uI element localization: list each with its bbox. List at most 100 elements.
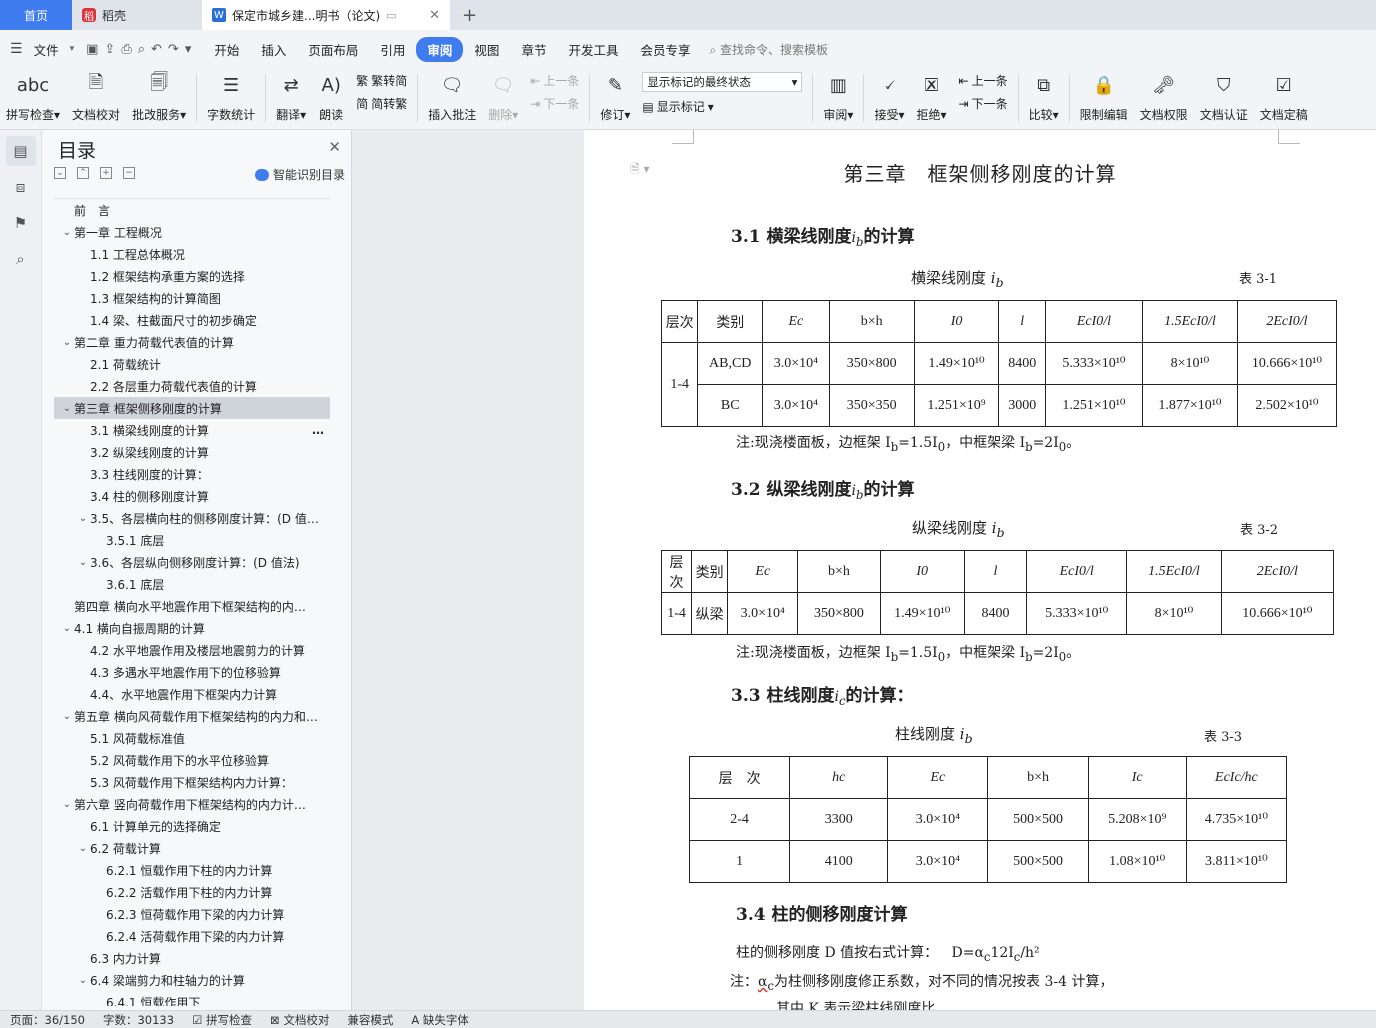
- toc-item[interactable]: 第四章 横向水平地震作用下框架结构的内…: [54, 595, 330, 617]
- insert-comment-button[interactable]: 🗨 插入批注: [422, 68, 482, 123]
- toc-item[interactable]: 1.4 梁、柱截面尺寸的初步确定: [54, 309, 330, 331]
- next-change-button[interactable]: ⇥ 下一条: [959, 95, 1008, 112]
- chevron-down-icon[interactable]: ⌄: [60, 711, 74, 722]
- chevron-down-icon[interactable]: ⌄: [76, 975, 90, 986]
- review-pane-button[interactable]: ▥ 审阅▾: [817, 68, 859, 123]
- simp-to-trad-button[interactable]: 简简转繁: [356, 95, 407, 112]
- prev-comment-button[interactable]: ⇤ 上一条: [530, 72, 579, 89]
- chevron-down-icon[interactable]: ⌄: [76, 843, 90, 854]
- toc-panel-icon[interactable]: ▤: [5, 136, 36, 166]
- smart-toc-button[interactable]: 智能识别目录: [254, 166, 345, 183]
- toc-item[interactable]: ⌄ 第六章 竖向荷载作用下框架结构的内力计…: [54, 793, 330, 815]
- chapter-nav-icon[interactable]: ⧈: [6, 172, 36, 202]
- doc-proof-button[interactable]: 🗎 文档校对: [66, 68, 126, 123]
- toc-item[interactable]: 1.3 框架结构的计算简图: [54, 287, 330, 309]
- toc-item[interactable]: ⌄ 6.2 荷载计算: [54, 837, 330, 859]
- toc-item[interactable]: 6.3 内力计算: [54, 947, 330, 969]
- trad-to-simp-button[interactable]: 繁繁转简: [356, 72, 407, 89]
- toc-item[interactable]: ⌄ 第一章 工程概况: [54, 221, 330, 243]
- chevron-down-icon[interactable]: ⌄: [76, 557, 90, 568]
- prev-change-button[interactable]: ⇤ 上一条: [959, 72, 1008, 89]
- toc-item[interactable]: ⌄ 3.6、各层纵向侧移刚度计算：(D 值法): [54, 551, 330, 573]
- redo-icon[interactable]: ↷: [168, 42, 179, 57]
- toc-item[interactable]: 6.2.3 恒荷载作用下梁的内力计算: [54, 903, 330, 925]
- chevron-down-icon[interactable]: ⌄: [76, 513, 90, 524]
- menu-file[interactable]: 文件: [23, 37, 70, 62]
- next-comment-button[interactable]: ⇥ 下一条: [530, 95, 579, 112]
- menu-references[interactable]: 引用: [369, 37, 416, 62]
- toc-item[interactable]: ⌄ 第二章 重力荷载代表值的计算: [54, 331, 330, 353]
- chevron-down-icon[interactable]: ⌄: [60, 337, 74, 348]
- tab-daoke[interactable]: 稻稻壳: [72, 0, 202, 30]
- toc-item[interactable]: 5.3 风荷载作用下框架结构内力计算：: [54, 771, 330, 793]
- track-changes-button[interactable]: ✎ 修订▾: [594, 68, 636, 123]
- toc-item[interactable]: 1.2 框架结构承重方案的选择: [54, 265, 330, 287]
- toc-item[interactable]: 6.4.1 恒载作用下: [54, 991, 330, 1007]
- command-search[interactable]: ⌕ 查找命令、搜索模板: [709, 41, 828, 58]
- markup-mode-select[interactable]: 显示标记的最终状态 ▾: [642, 72, 803, 92]
- toc-item[interactable]: 3.4 柱的侧移刚度计算: [54, 485, 330, 507]
- spell-check-button[interactable]: abc 拼写检查▾: [0, 68, 66, 123]
- missing-font-button[interactable]: A 缺失字体: [411, 1012, 469, 1028]
- menu-member[interactable]: 会员专享: [629, 37, 701, 62]
- page-indicator[interactable]: 页面：36/150: [10, 1012, 85, 1028]
- toc-item[interactable]: 2.2 各层重力荷载代表值的计算: [54, 375, 330, 397]
- toc-item[interactable]: 6.2.2 活载作用下柱的内力计算: [54, 881, 330, 903]
- toc-item[interactable]: 5.2 风荷载作用下的水平位移验算: [54, 749, 330, 771]
- search-icon[interactable]: ⌕: [6, 244, 36, 274]
- word-count-button[interactable]: ☰ 字数统计: [201, 68, 261, 123]
- toc-item[interactable]: 6.2.1 恒载作用下柱的内力计算: [54, 859, 330, 881]
- menu-start[interactable]: 开始: [203, 37, 250, 62]
- toc-item[interactable]: 3.2 纵梁线刚度的计算: [54, 441, 330, 463]
- print-icon[interactable]: ⎙: [121, 42, 131, 57]
- word-count-indicator[interactable]: 字数：30133: [103, 1012, 174, 1028]
- doc-rights-button[interactable]: 🗝 文档权限: [1134, 68, 1194, 123]
- hamburger-icon[interactable]: ☰: [10, 41, 23, 57]
- toc-item[interactable]: 1.1 工程总体概况: [54, 243, 330, 265]
- save-icon[interactable]: ▣: [86, 42, 98, 57]
- tab-document[interactable]: W 保定市城乡建...明书（论文) ▭ ✕: [202, 0, 450, 30]
- expand-up-icon[interactable]: ⌃: [77, 167, 89, 179]
- compare-button[interactable]: ⧉ 比较▾: [1023, 68, 1065, 123]
- chevron-down-icon[interactable]: ⌄: [60, 227, 74, 238]
- read-aloud-button[interactable]: A) 朗读: [312, 68, 350, 123]
- menu-chapter[interactable]: 章节: [510, 37, 557, 62]
- toc-item[interactable]: 2.1 荷载统计: [54, 353, 330, 375]
- toc-item[interactable]: 3.5.1 底层: [54, 529, 330, 551]
- reject-button[interactable]: 🗷 拒绝▾: [910, 68, 952, 123]
- toc-item[interactable]: ⌄ 6.4 梁端剪力和柱轴力的计算: [54, 969, 330, 991]
- chevron-down-icon[interactable]: ▾: [70, 44, 75, 54]
- undo-icon[interactable]: ↶: [151, 42, 162, 57]
- more-options-icon[interactable]: …: [312, 423, 324, 437]
- proof-toggle[interactable]: ⊠ 文档校对: [270, 1012, 329, 1028]
- toc-item[interactable]: ⌄ 3.5、各层横向柱的侧移刚度计算：(D 值…: [54, 507, 330, 529]
- menu-devtools[interactable]: 开发工具: [557, 37, 629, 62]
- collapse-all-icon[interactable]: ⌄: [54, 167, 66, 179]
- plus-icon[interactable]: +: [100, 167, 112, 179]
- tab-home[interactable]: 首页: [0, 0, 72, 30]
- close-icon[interactable]: ✕: [328, 138, 341, 156]
- chevron-down-icon[interactable]: ⌄: [60, 799, 74, 810]
- export-pdf-icon[interactable]: ⇪: [104, 42, 115, 57]
- minus-icon[interactable]: −: [123, 167, 135, 179]
- toc-item[interactable]: 3.3 柱线刚度的计算：: [54, 463, 330, 485]
- print-preview-icon[interactable]: ⌕: [138, 42, 145, 57]
- more-icon[interactable]: ▾: [185, 42, 192, 57]
- doc-finalize-button[interactable]: ☑ 文档定稿: [1254, 68, 1314, 123]
- doc-certify-button[interactable]: ⛉ 文档认证: [1194, 68, 1254, 123]
- toc-item[interactable]: ⌄ 4.1 横向自振周期的计算: [54, 617, 330, 639]
- new-tab-button[interactable]: +: [450, 0, 489, 30]
- toc-item[interactable]: 前 言: [54, 199, 330, 221]
- restrict-edit-button[interactable]: 🔒 限制编辑: [1074, 68, 1134, 123]
- spell-check-toggle[interactable]: ☑ 拼写检查: [192, 1012, 252, 1028]
- toc-item[interactable]: ⌄ 第三章 框架侧移刚度的计算: [54, 397, 330, 419]
- pin-icon[interactable]: ▭: [386, 9, 396, 22]
- menu-review[interactable]: 审阅: [416, 36, 464, 62]
- toc-item[interactable]: ⌄ 第五章 横向风荷载作用下框架结构的内力和…: [54, 705, 330, 727]
- delete-comment-button[interactable]: 🗨 删除▾: [482, 68, 524, 123]
- translate-button[interactable]: ⇄ 翻译▾: [270, 68, 312, 123]
- menu-layout[interactable]: 页面布局: [297, 37, 369, 62]
- toc-item[interactable]: 4.3 多遇水平地震作用下的位移验算: [54, 661, 330, 683]
- close-tab-icon[interactable]: ✕: [429, 8, 440, 23]
- toc-item[interactable]: 4.2 水平地震作用及楼层地震剪力的计算: [54, 639, 330, 661]
